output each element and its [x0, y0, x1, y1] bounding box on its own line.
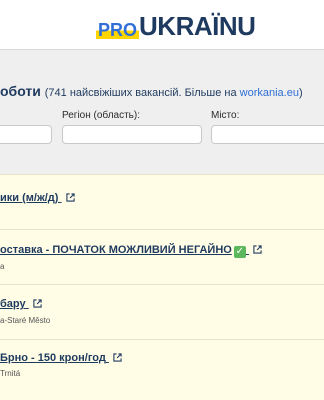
- position-input[interactable]: [0, 125, 52, 144]
- job-list: ики (м/ж/д) оставка - ПОЧАТОК МОЖЛИВИЙ Н…: [0, 174, 324, 400]
- logo-pro-text: PRO: [96, 20, 140, 40]
- job-title-text: Брно - 150 крон/год: [0, 352, 106, 364]
- job-title-link[interactable]: оставка - ПОЧАТОК МОЖЛИВИЙ НЕГАЙНО ✓: [0, 244, 262, 258]
- vacancy-count-suffix: ): [298, 87, 303, 99]
- job-title-text: ики (м/ж/д): [0, 192, 59, 204]
- logo-ukraine-text: UKRAÏNU: [139, 11, 256, 41]
- vacancy-count: (741 найсвіжіших вакансій. Більше на wor…: [45, 87, 303, 99]
- job-item[interactable]: бару а-Staré Město: [0, 284, 324, 339]
- city-label: Місто:: [211, 110, 240, 121]
- job-title-link[interactable]: ики (м/ж/д): [0, 192, 75, 204]
- job-item[interactable]: Брно - 150 крон/год Trnitá: [0, 339, 324, 400]
- job-title-link[interactable]: бару: [0, 298, 42, 310]
- region-select[interactable]: [62, 125, 202, 144]
- job-location: Trnitá: [0, 369, 21, 378]
- job-title-link[interactable]: Брно - 150 крон/год: [0, 352, 122, 364]
- workania-link[interactable]: workania.eu: [240, 87, 299, 99]
- external-link-icon: [33, 299, 42, 308]
- job-location: а-Staré Město: [0, 316, 51, 325]
- site-header: PRO UKRAÏNU: [0, 0, 324, 50]
- external-link-icon: [113, 353, 122, 362]
- external-link-icon: [65, 193, 75, 202]
- page-title-text: оботи: [0, 83, 41, 99]
- external-link-icon: [253, 245, 262, 254]
- check-mark-icon: ✓: [233, 246, 246, 258]
- page-title: оботи (741 найсвіжіших вакансій. Більше …: [0, 83, 303, 99]
- job-item[interactable]: ики (м/ж/д): [0, 174, 324, 229]
- job-title-text: оставка - ПОЧАТОК МОЖЛИВИЙ НЕГАЙНО: [0, 244, 232, 256]
- vacancy-count-text: (741 найсвіжіших вакансій. Більше на: [44, 87, 240, 99]
- city-select[interactable]: [211, 125, 324, 144]
- region-label: Регіон (область):: [62, 110, 140, 121]
- job-location: а: [0, 262, 5, 271]
- job-title-text: бару: [0, 298, 26, 310]
- job-item[interactable]: оставка - ПОЧАТОК МОЖЛИВИЙ НЕГАЙНО ✓ а: [0, 229, 324, 284]
- filter-panel: оботи (741 найсвіжіших вакансій. Більше …: [0, 50, 324, 174]
- proukrainu-logo[interactable]: PRO UKRAÏNU: [96, 9, 256, 41]
